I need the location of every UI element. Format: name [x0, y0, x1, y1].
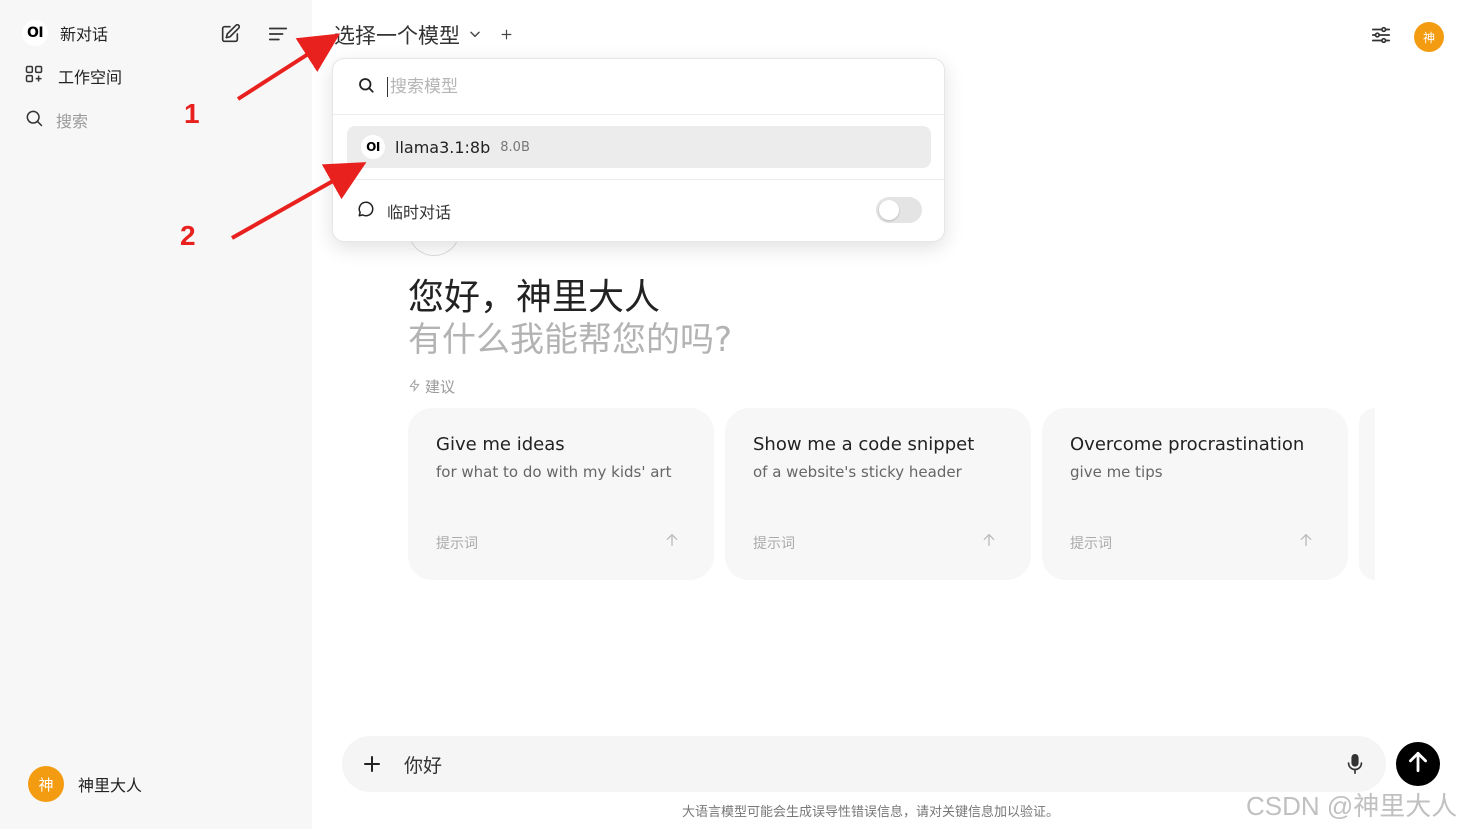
model-option-size: 8.0B — [500, 139, 530, 155]
header-avatar[interactable]: 神 — [1414, 22, 1444, 52]
arrow-up-icon — [664, 532, 680, 552]
arrow-up-icon — [1298, 532, 1314, 552]
model-option[interactable]: OI llama3.1:8b 8.0B — [347, 126, 931, 168]
temporary-chat-toggle[interactable] — [876, 197, 922, 223]
suggestions-header: 建议 — [408, 376, 455, 397]
new-chat-button[interactable]: OI 新对话 — [22, 20, 108, 46]
settings-sliders-icon[interactable] — [1370, 24, 1392, 50]
model-search-bar — [333, 59, 944, 115]
chat-input-bar: 你好 — [342, 736, 1386, 792]
arrow-up-icon — [1405, 749, 1431, 779]
edit-icon[interactable] — [216, 20, 244, 48]
search-label: 搜索 — [56, 112, 89, 131]
annotation-label-2: 2 — [180, 220, 196, 251]
grid-icon — [24, 64, 44, 88]
suggestion-subtitle: of a website's sticky header — [753, 463, 962, 481]
suggestion-card-partial[interactable] — [1359, 408, 1375, 580]
divider — [333, 179, 944, 180]
suggestion-card[interactable]: Overcome procrastination give me tips 提示… — [1042, 408, 1348, 580]
app-logo: OI — [22, 20, 48, 46]
model-dropdown: OI llama3.1:8b 8.0B 临时对话 — [332, 58, 945, 242]
new-chat-label: 新对话 — [60, 25, 109, 44]
plus-icon[interactable] — [360, 752, 384, 780]
avatar: 神 — [28, 766, 64, 802]
workspace-label: 工作空间 — [58, 68, 123, 87]
chevron-down-icon — [468, 26, 482, 45]
suggestion-subtitle: for what to do with my kids' art — [436, 463, 672, 481]
model-logo: OI — [361, 135, 385, 159]
chat-bubble-icon — [357, 200, 375, 222]
suggestion-prompt-label: 提示词 — [436, 536, 478, 552]
suggestion-prompt-label: 提示词 — [1070, 536, 1112, 552]
search-icon — [357, 76, 375, 98]
sidebar-search[interactable]: 搜索 — [24, 108, 88, 132]
suggestion-card[interactable]: Give me ideas for what to do with my kid… — [408, 408, 714, 580]
suggestion-title: Overcome procrastination — [1070, 434, 1305, 455]
sidebar-item-workspace[interactable]: 工作空间 — [24, 64, 122, 88]
greeting-subtitle: 有什么我能帮您的吗? — [408, 320, 733, 360]
suggestion-card[interactable]: Show me a code snippet of a website's st… — [725, 408, 1031, 580]
disclaimer-text: 大语言模型可能会生成误导性错误信息，请对关键信息加以验证。 — [682, 805, 1060, 820]
microphone-icon[interactable] — [1344, 752, 1366, 780]
temporary-chat-row: 临时对话 — [357, 199, 451, 223]
add-model-icon[interactable] — [500, 26, 513, 45]
model-selector[interactable]: 选择一个模型 — [334, 20, 513, 50]
model-option-name: llama3.1:8b — [395, 137, 491, 157]
suggestion-title: Show me a code snippet — [753, 434, 975, 455]
annotation-label-1: 1 — [184, 98, 200, 129]
app-window: OI 新对话 工作空间 搜索 神 神里大人 选择一个模型 神 您好，神里大人 有… — [0, 0, 1470, 829]
suggestion-title: Give me ideas — [436, 434, 565, 455]
main-panel: 选择一个模型 神 您好，神里大人 有什么我能帮您的吗? 建议 Give me i… — [312, 0, 1470, 829]
model-search-input[interactable] — [387, 76, 887, 97]
search-icon — [24, 108, 44, 132]
suggestion-prompt-label: 提示词 — [753, 536, 795, 552]
menu-icon[interactable] — [264, 20, 292, 48]
top-right-controls: 神 — [1370, 22, 1444, 52]
arrow-up-icon — [981, 532, 997, 552]
model-selector-label: 选择一个模型 — [334, 24, 460, 48]
suggestions-label: 建议 — [425, 378, 456, 396]
sidebar: OI 新对话 工作空间 搜索 神 神里大人 — [0, 0, 312, 829]
bolt-icon — [408, 378, 421, 396]
user-menu[interactable]: 神 神里大人 — [28, 766, 142, 802]
user-name: 神里大人 — [78, 776, 143, 795]
watermark: CSDN @神里大人 — [1246, 791, 1458, 821]
suggestion-subtitle: give me tips — [1070, 463, 1163, 481]
chat-input[interactable]: 你好 — [404, 751, 442, 778]
temporary-chat-label: 临时对话 — [387, 203, 452, 222]
send-button[interactable] — [1396, 742, 1440, 786]
